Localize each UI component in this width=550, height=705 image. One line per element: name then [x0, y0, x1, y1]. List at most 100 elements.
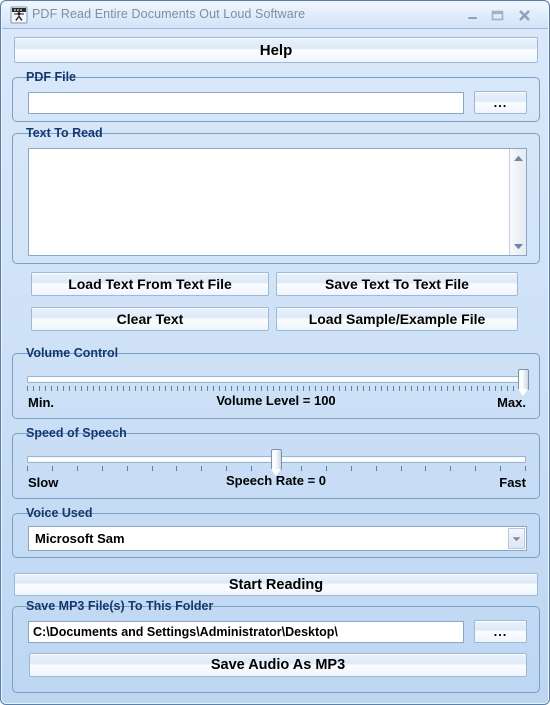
speech-rate-value: Speech Rate = 0 [225, 473, 327, 488]
voice-used-select[interactable]: Microsoft Sam [28, 526, 527, 551]
close-icon[interactable] [515, 7, 534, 24]
text-to-read-group: Text To Read [12, 126, 540, 264]
slider-tick [33, 386, 34, 391]
slider-tick [401, 466, 402, 471]
slider-tick [345, 386, 346, 391]
slider-tick [465, 386, 466, 391]
slider-tick [495, 386, 496, 391]
slider-tick [255, 386, 256, 391]
slider-tick [117, 386, 118, 391]
slider-tick [261, 386, 262, 391]
slider-tick [147, 386, 148, 391]
slider-tick [165, 386, 166, 391]
slider-tick [339, 386, 340, 391]
slider-tick [429, 386, 430, 391]
volume-max-label: Max. [497, 395, 526, 410]
text-to-read-input[interactable] [29, 149, 509, 255]
slider-tick [376, 466, 377, 471]
slider-tick [351, 466, 352, 471]
slider-tick [393, 386, 394, 391]
text-to-read-scrollbar[interactable] [509, 149, 526, 255]
slider-tick [381, 386, 382, 391]
pdf-file-browse-button[interactable]: ... [474, 91, 527, 114]
slider-tick [243, 386, 244, 391]
slider-tick [483, 386, 484, 391]
slider-tick [297, 386, 298, 391]
clear-text-button[interactable]: Clear Text [31, 307, 269, 331]
slider-tick [153, 386, 154, 391]
slider-tick [39, 386, 40, 391]
slider-tick [249, 386, 250, 391]
app-reader-icon [10, 6, 28, 24]
slider-tick [201, 386, 202, 391]
help-button[interactable]: Help [14, 37, 538, 63]
volume-slider-ticks [27, 386, 526, 391]
slider-tick [57, 386, 58, 391]
slider-tick [471, 386, 472, 391]
pdf-file-group: PDF File ... [12, 70, 540, 122]
slider-tick [75, 386, 76, 391]
slider-tick [326, 466, 327, 471]
slider-tick [52, 466, 53, 471]
slider-tick [123, 386, 124, 391]
slider-tick [507, 386, 508, 391]
slider-tick [81, 386, 82, 391]
title-bar: PDF Read Entire Documents Out Loud Softw… [2, 2, 548, 29]
save-mp3-folder-group: Save MP3 File(s) To This Folder C:\Docum… [12, 599, 540, 693]
volume-slider-track[interactable] [27, 376, 526, 383]
speed-of-speech-group: Speed of Speech Slow Speech Rate = 0 Fas… [12, 426, 540, 499]
slider-tick [27, 386, 28, 391]
slider-tick [309, 386, 310, 391]
save-audio-as-mp3-button[interactable]: Save Audio As MP3 [29, 653, 527, 677]
speech-rate-slider-thumb[interactable] [270, 449, 282, 478]
slider-tick [195, 386, 196, 391]
slider-tick [99, 386, 100, 391]
load-sample-file-button[interactable]: Load Sample/Example File [276, 307, 518, 331]
slider-tick [69, 386, 70, 391]
slider-tick [423, 386, 424, 391]
pdf-file-input[interactable] [28, 92, 464, 114]
slider-tick [93, 386, 94, 391]
slider-tick [315, 386, 316, 391]
scroll-down-arrow-icon[interactable] [510, 238, 526, 254]
slider-tick [475, 466, 476, 471]
maximize-icon[interactable] [488, 7, 507, 24]
slider-tick [63, 386, 64, 391]
slider-tick [189, 386, 190, 391]
slider-tick [369, 386, 370, 391]
speed-of-speech-group-title: Speed of Speech [22, 426, 131, 440]
volume-level-value: Volume Level = 100 [216, 393, 336, 408]
minimize-icon[interactable] [463, 7, 482, 24]
start-reading-button[interactable]: Start Reading [14, 573, 538, 596]
slider-tick [231, 386, 232, 391]
slider-tick [405, 386, 406, 391]
slider-tick [237, 386, 238, 391]
chevron-down-icon[interactable] [508, 528, 525, 549]
slider-tick [399, 386, 400, 391]
slider-tick [267, 386, 268, 391]
mp3-folder-browse-button[interactable]: ... [474, 620, 527, 643]
slider-tick [127, 466, 128, 471]
slider-tick [285, 386, 286, 391]
slider-tick [447, 386, 448, 391]
application-window: PDF Read Entire Documents Out Loud Softw… [0, 0, 550, 705]
slider-tick [176, 466, 177, 471]
slider-tick [51, 386, 52, 391]
mp3-folder-input[interactable]: C:\Documents and Settings\Administrator\… [28, 621, 464, 643]
slider-tick [141, 386, 142, 391]
slider-tick [135, 386, 136, 391]
slider-tick [251, 466, 252, 471]
volume-slider-thumb[interactable] [517, 369, 529, 398]
slider-tick [183, 386, 184, 391]
scroll-up-arrow-icon[interactable] [510, 150, 526, 166]
slider-tick [303, 386, 304, 391]
save-text-to-file-button[interactable]: Save Text To Text File [276, 272, 518, 296]
slider-tick [77, 466, 78, 471]
slider-tick [411, 386, 412, 391]
slider-tick [226, 466, 227, 471]
voice-used-selected-value: Microsoft Sam [35, 531, 125, 546]
voice-used-group: Voice Used Microsoft Sam [12, 506, 540, 558]
slider-tick [459, 386, 460, 391]
load-text-from-file-button[interactable]: Load Text From Text File [31, 272, 269, 296]
text-to-read-field [28, 148, 527, 256]
